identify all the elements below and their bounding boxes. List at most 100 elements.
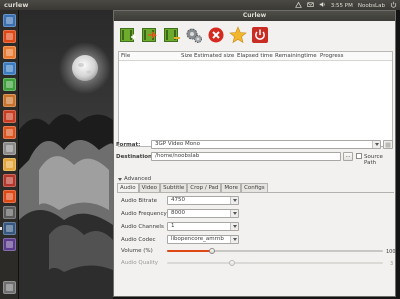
volume-slider[interactable] (167, 247, 383, 255)
convert-icon (142, 27, 157, 42)
window-title: Curlew (242, 12, 267, 19)
tab-video[interactable]: Video (138, 183, 161, 192)
audio-frequency-value: 8000 (171, 210, 185, 216)
power-icon[interactable] (390, 1, 397, 10)
top-panel: curlew 3:55 PM NoobsLab (0, 0, 400, 10)
launcher-trash-icon[interactable] (3, 281, 16, 294)
launcher-ubuntu-one-icon[interactable] (3, 126, 16, 139)
browse-button-label: ... (345, 153, 351, 159)
column-header-elapsed-time[interactable]: Elapsed time (235, 52, 273, 60)
launcher-app-icon[interactable] (3, 174, 16, 187)
audio-channels-value: 1 (171, 223, 175, 229)
remove-file-button[interactable] (162, 24, 182, 45)
expander-arrow-icon (118, 177, 122, 181)
launcher-settings-icon[interactable] (3, 142, 16, 155)
audio-quality-value: 3 (390, 261, 394, 267)
active-app-name: curlew (4, 1, 29, 9)
launcher-app-icon-2[interactable] (3, 238, 16, 251)
volume-slider-knob[interactable] (209, 248, 215, 254)
column-header-size[interactable]: Size (179, 52, 192, 60)
advanced-tabs: Audio Video Subtitle Crop / Pad More Con… (117, 183, 268, 193)
audio-quality-slider-knob[interactable] (229, 260, 235, 266)
source-path-checkbox[interactable] (356, 153, 362, 159)
chevron-down-icon (230, 210, 238, 217)
chevron-down-icon (372, 141, 380, 148)
launcher (0, 10, 19, 299)
launcher-firefox-icon[interactable] (3, 46, 16, 59)
audio-bitrate-label: Audio Bitrate (121, 198, 158, 204)
curlew-window: Curlew File Size Estimated size Elapsed … (113, 10, 396, 297)
destination-value: /home/noobslab (155, 153, 200, 159)
tab-configs[interactable]: Configs (241, 183, 268, 192)
audio-codec-select[interactable]: libopencore_amrnb (167, 235, 239, 244)
tab-more[interactable]: More (221, 183, 242, 192)
add-file-icon (120, 27, 136, 42)
chevron-down-icon (230, 223, 238, 230)
audio-codec-label: Audio Codec (121, 237, 156, 243)
audio-codec-value: libopencore_amrnb (171, 236, 224, 242)
advanced-label: Advanced (124, 176, 152, 182)
audio-quality-slider-track (167, 262, 383, 264)
audio-frequency-select[interactable]: 8000 (167, 209, 239, 218)
format-info-button[interactable] (383, 140, 393, 149)
quit-icon (252, 26, 268, 43)
volume-label: Volume (%) (121, 248, 153, 254)
browse-button[interactable]: ... (343, 152, 353, 161)
launcher-software-center-icon[interactable] (3, 110, 16, 123)
file-list-header: File Size Estimated size Elapsed time Re… (119, 52, 392, 61)
launcher-curlew-icon[interactable] (3, 222, 16, 235)
advanced-expander[interactable]: Advanced (118, 176, 151, 182)
tab-crop-pad[interactable]: Crop / Pad (187, 183, 222, 192)
wallpaper-moon-clouds (19, 10, 113, 299)
column-header-estimated-size[interactable]: Estimated size (192, 52, 235, 60)
format-value: 3GP Video Mono (155, 141, 200, 147)
launcher-uone-icon[interactable] (3, 190, 16, 203)
user-name[interactable]: NoobsLab (358, 3, 385, 9)
launcher-writer-icon[interactable] (3, 62, 16, 75)
launcher-impress-icon[interactable] (3, 94, 16, 107)
column-header-remaining-time[interactable]: Remainingtime (273, 52, 318, 60)
window-titlebar[interactable]: Curlew (114, 11, 395, 21)
system-tray: 3:55 PM NoobsLab (294, 1, 397, 10)
favorites-button[interactable] (228, 24, 248, 45)
volume-icon[interactable] (319, 1, 326, 10)
audio-channels-select[interactable]: 1 (167, 222, 239, 231)
audio-quality-slider[interactable] (167, 259, 383, 267)
convert-button[interactable] (140, 24, 160, 45)
launcher-dash-icon[interactable] (3, 14, 16, 27)
format-preset-icon (385, 142, 391, 147)
column-header-progress[interactable]: Progress (318, 52, 358, 60)
launcher-calc-icon[interactable] (3, 78, 16, 91)
audio-tab-panel: Audio Bitrate 4750 Audio Frequency 8000 … (117, 192, 396, 296)
column-header-file[interactable]: File (119, 52, 179, 60)
destination-field[interactable]: /home/noobslab (151, 152, 341, 161)
volume-value: 100 (386, 249, 396, 255)
network-icon[interactable] (294, 1, 302, 10)
mail-icon[interactable] (307, 1, 314, 10)
chevron-down-icon (230, 197, 238, 204)
settings-button[interactable] (184, 24, 204, 45)
audio-bitrate-value: 4750 (171, 197, 185, 203)
stop-button[interactable] (206, 24, 226, 45)
format-label: Format: (116, 142, 141, 148)
star-icon (229, 25, 247, 43)
stop-icon (208, 27, 224, 42)
clock[interactable]: 3:55 PM (331, 3, 353, 9)
launcher-ubuntu-icon[interactable] (3, 158, 16, 171)
file-list[interactable]: File Size Estimated size Elapsed time Re… (118, 51, 393, 147)
tab-subtitle[interactable]: Subtitle (160, 183, 188, 192)
audio-bitrate-select[interactable]: 4750 (167, 196, 239, 205)
launcher-active-indicator (0, 227, 2, 230)
chevron-down-icon (230, 236, 238, 243)
quit-button[interactable] (250, 24, 270, 45)
launcher-home-folder-icon[interactable] (3, 30, 16, 43)
source-path-label: Source Path (364, 154, 383, 166)
settings-gears-icon (186, 28, 202, 43)
format-select[interactable]: 3GP Video Mono (151, 140, 381, 149)
launcher-workspaces-icon[interactable] (3, 206, 16, 219)
toolbar (118, 24, 270, 46)
add-file-button[interactable] (118, 24, 138, 45)
audio-quality-label: Audio Quality (121, 260, 159, 266)
destination-label: Destination: (116, 154, 155, 160)
audio-channels-label: Audio Channels (121, 224, 164, 230)
